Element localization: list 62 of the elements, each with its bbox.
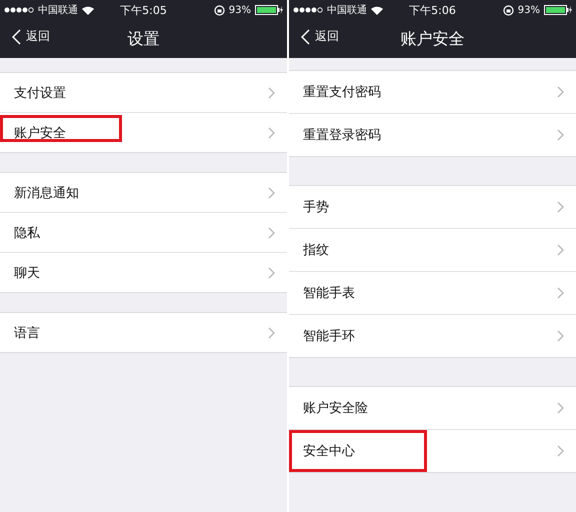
settings-row[interactable]: 账户安全 <box>0 112 287 152</box>
status-time: 下午5:05 <box>120 2 167 18</box>
battery-icon <box>254 5 283 15</box>
row-label: 账户安全险 <box>303 400 368 417</box>
wifi-icon <box>371 6 383 14</box>
row-label: 聊天 <box>14 264 40 282</box>
settings-row[interactable]: 智能手表 <box>289 271 576 314</box>
screen-title: 设置 <box>128 28 160 50</box>
back-button[interactable]: 返回 <box>12 28 50 45</box>
settings-row[interactable]: 智能手环 <box>289 314 576 357</box>
chevron-right-icon <box>268 86 275 98</box>
settings-row[interactable]: 隐私 <box>0 212 287 252</box>
chevron-right-icon <box>268 226 275 238</box>
row-label: 支付设置 <box>14 84 66 102</box>
back-button[interactable]: 返回 <box>301 28 339 45</box>
row-label: 新消息通知 <box>14 184 79 202</box>
settings-row[interactable]: 语言 <box>0 313 287 352</box>
settings-row[interactable]: 指纹 <box>289 228 576 271</box>
row-label: 账户安全 <box>14 124 66 142</box>
carrier-name: 中国联通 <box>327 4 367 17</box>
chevron-right-icon <box>557 330 564 342</box>
row-label: 手势 <box>303 199 329 216</box>
wifi-icon <box>82 6 94 14</box>
settings-row[interactable]: 重置登录密码 <box>289 113 576 156</box>
settings-row[interactable]: 手势 <box>289 186 576 228</box>
row-label: 语言 <box>14 324 40 342</box>
chevron-left-icon <box>301 28 310 44</box>
battery-percent: 93% <box>518 4 540 16</box>
row-label: 智能手环 <box>303 328 355 345</box>
rotation-lock-icon <box>214 4 225 16</box>
chevron-right-icon <box>268 266 275 278</box>
chevron-left-icon <box>12 28 21 44</box>
chevron-right-icon <box>557 86 564 98</box>
chevron-right-icon <box>557 287 564 299</box>
settings-row[interactable]: 账户安全险 <box>289 387 576 429</box>
status-time: 下午5:06 <box>409 2 456 18</box>
row-label: 重置支付密码 <box>303 84 381 101</box>
chevron-right-icon <box>268 126 275 138</box>
settings-row[interactable]: 重置支付密码 <box>289 71 576 113</box>
chevron-right-icon <box>557 445 564 457</box>
chevron-right-icon <box>557 201 564 213</box>
signal-icon <box>293 7 323 13</box>
settings-row[interactable]: 安全中心 <box>289 429 576 472</box>
chevron-right-icon <box>557 244 564 256</box>
signal-icon <box>4 7 34 13</box>
settings-row[interactable]: 聊天 <box>0 252 287 292</box>
chevron-right-icon <box>268 186 275 198</box>
screen-title: 账户安全 <box>400 28 464 50</box>
row-label: 重置登录密码 <box>303 127 381 144</box>
battery-icon <box>544 5 572 15</box>
settings-row[interactable]: 支付设置 <box>0 73 287 112</box>
row-label: 指纹 <box>303 242 329 259</box>
chevron-right-icon <box>557 129 564 141</box>
row-label: 安全中心 <box>303 443 355 460</box>
battery-percent: 93% <box>228 4 251 16</box>
settings-row[interactable]: 新消息通知 <box>0 173 287 212</box>
rotation-lock-icon <box>502 4 514 16</box>
chevron-right-icon <box>557 402 564 414</box>
row-label: 隐私 <box>14 224 40 242</box>
row-label: 智能手表 <box>303 285 355 302</box>
carrier-name: 中国联通 <box>38 4 78 17</box>
chevron-right-icon <box>268 326 275 338</box>
